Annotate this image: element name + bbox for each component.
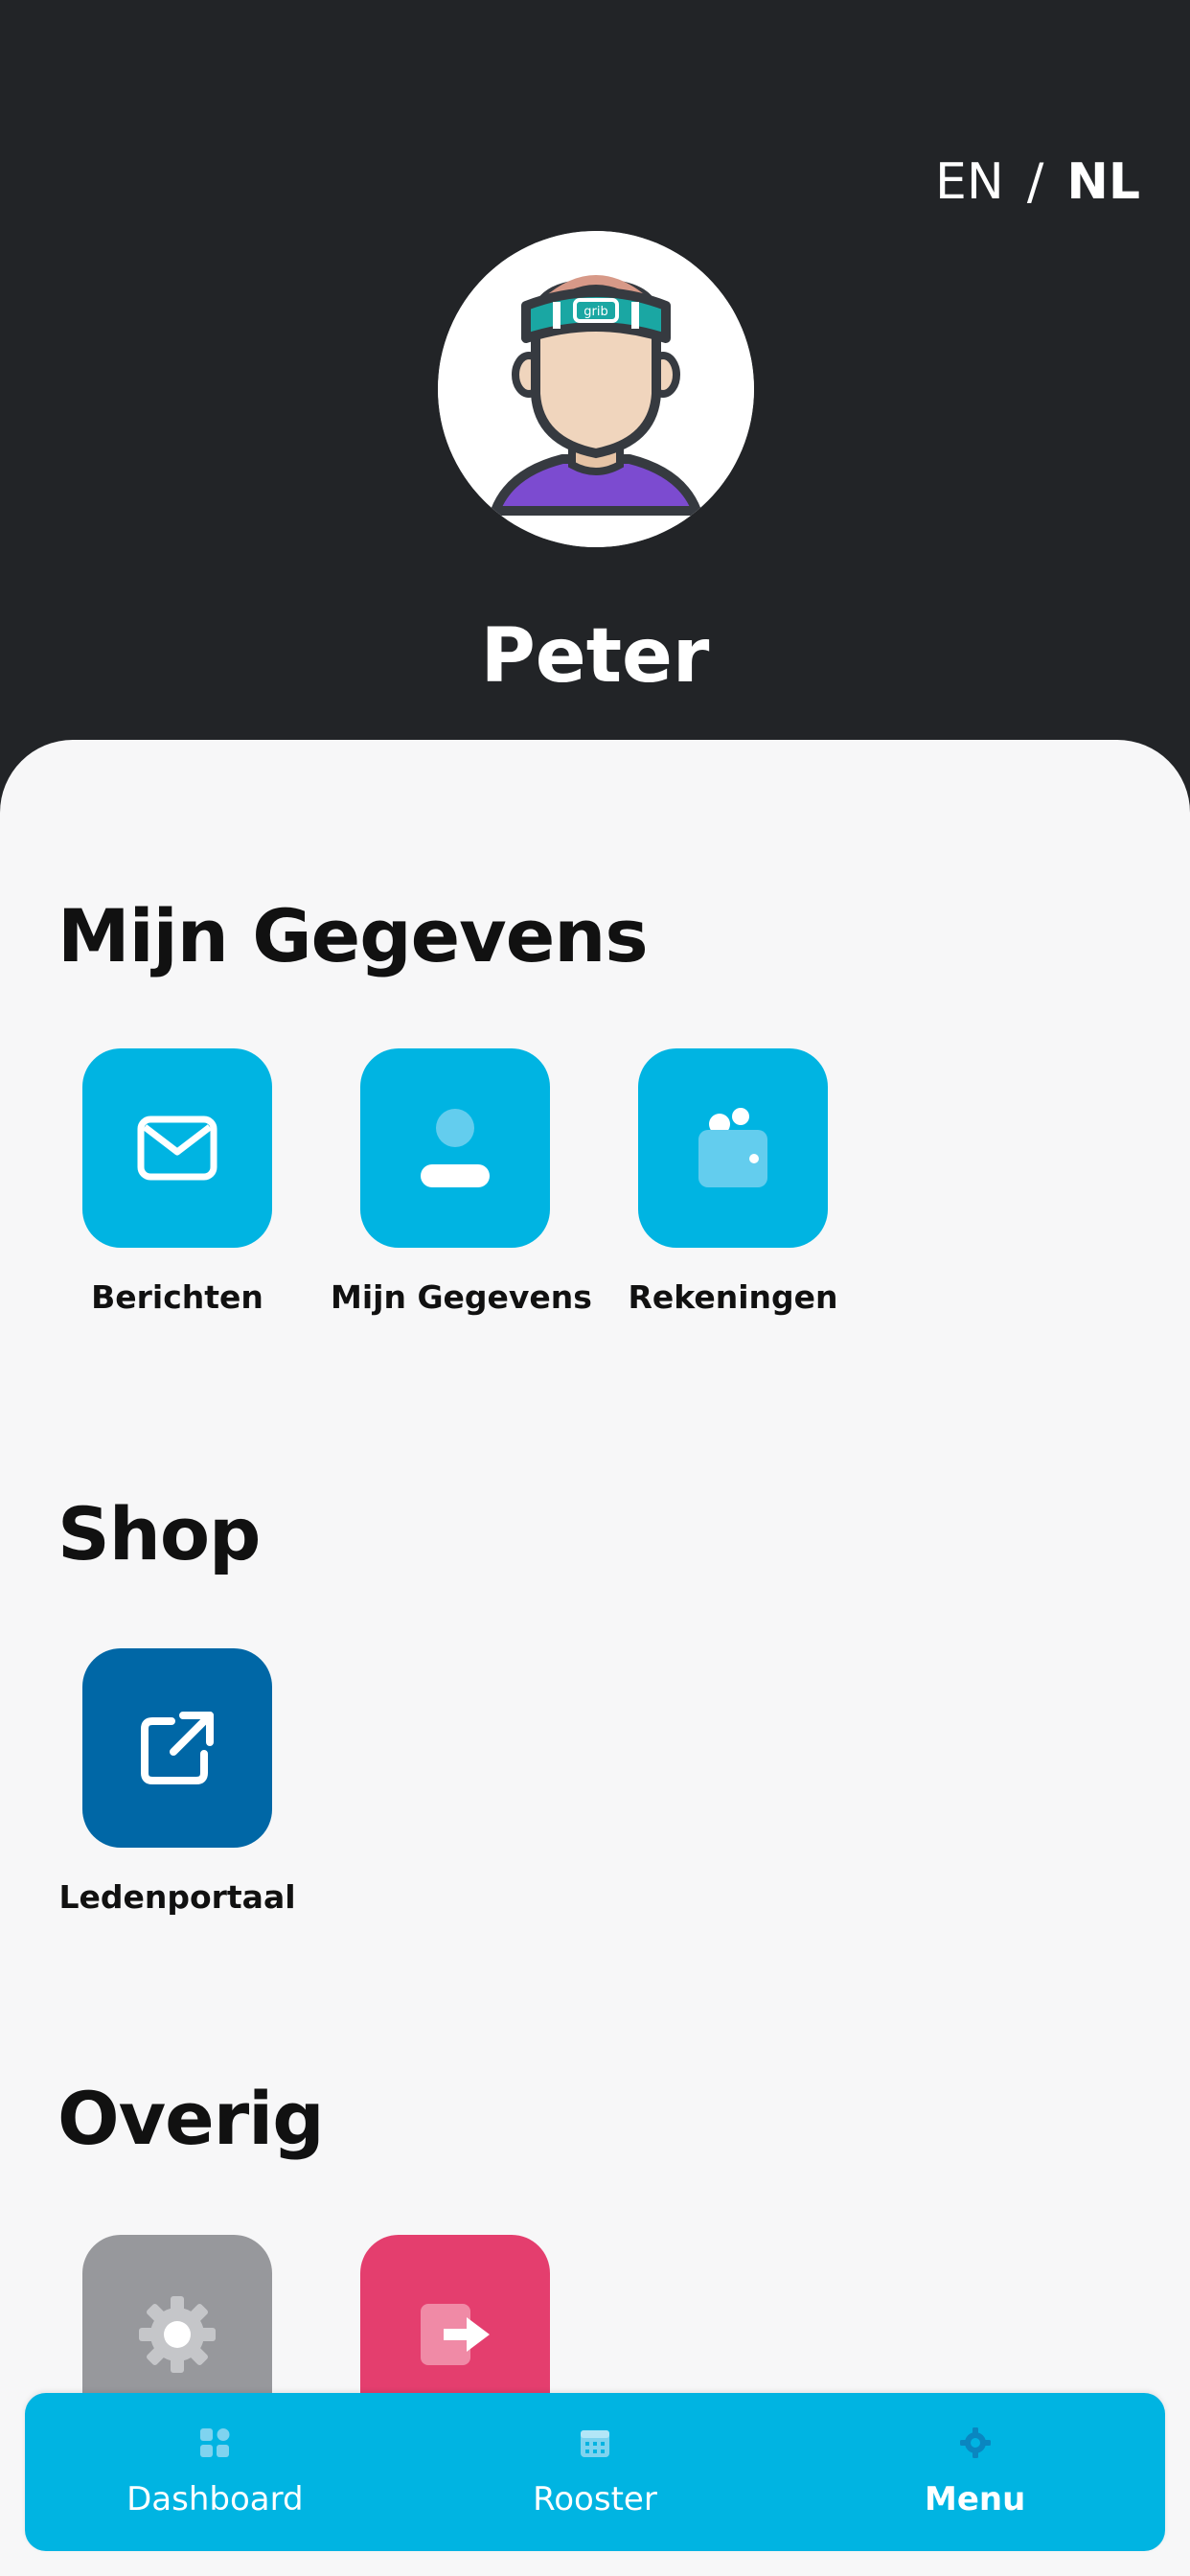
avatar-badge-text: grib [584,305,607,319]
tile-label: Rekeningen [628,1278,838,1316]
tile-label: Ledenportaal [58,1878,296,1916]
nav-label: Rooster [533,2479,657,2518]
external-link-icon [141,1712,214,1784]
dashboard-icon [200,2427,230,2457]
tile-label: Mijn Gegevens [331,1278,592,1316]
tile-label: Berichten [91,1278,263,1316]
avatar-image: grib [438,231,754,547]
tile-ledenportaal[interactable]: Ledenportaal [53,1648,302,1916]
nav-label: Menu [924,2479,1026,2518]
lang-en-button[interactable]: EN [935,153,1004,211]
nav-label: Dashboard [126,2479,304,2518]
bottom-navigation: Dashboard Rooster Menu [25,2393,1165,2551]
lang-separator: / [1026,153,1044,211]
section-title-overig: Overig [57,2076,325,2161]
section-title-mijn-gegevens: Mijn Gegevens [57,893,649,978]
calendar-icon [580,2429,609,2457]
logout-icon [421,2304,490,2365]
rekeningen-button[interactable] [638,1048,828,1248]
tile-mijn-gegevens[interactable]: Mijn Gegevens [331,1048,592,1316]
lang-nl-button[interactable]: NL [1066,153,1140,211]
menu-content: Mijn Gegevens Berichten Mijn Gegevens Re… [0,740,1190,2576]
envelope-icon [137,1116,217,1181]
nav-menu[interactable]: Menu [832,2426,1119,2518]
profile-header: EN / NL grib Peter [0,0,1190,824]
avatar[interactable]: grib [438,231,754,547]
nav-rooster[interactable]: Rooster [451,2426,739,2518]
user-name: Peter [480,613,710,700]
language-switcher: EN / NL [935,153,1140,211]
user-icon [421,1109,490,1187]
tile-berichten[interactable]: Berichten [53,1048,302,1316]
wallet-icon [698,1108,767,1187]
ledenportaal-button[interactable] [82,1648,272,1848]
tile-rekeningen[interactable]: Rekeningen [608,1048,858,1316]
nav-dashboard[interactable]: Dashboard [71,2426,358,2518]
mijn-gegevens-button[interactable] [360,1048,550,1248]
section-title-shop: Shop [57,1491,261,1576]
gear-icon [959,2426,991,2458]
gear-icon [139,2296,216,2373]
berichten-button[interactable] [82,1048,272,1248]
